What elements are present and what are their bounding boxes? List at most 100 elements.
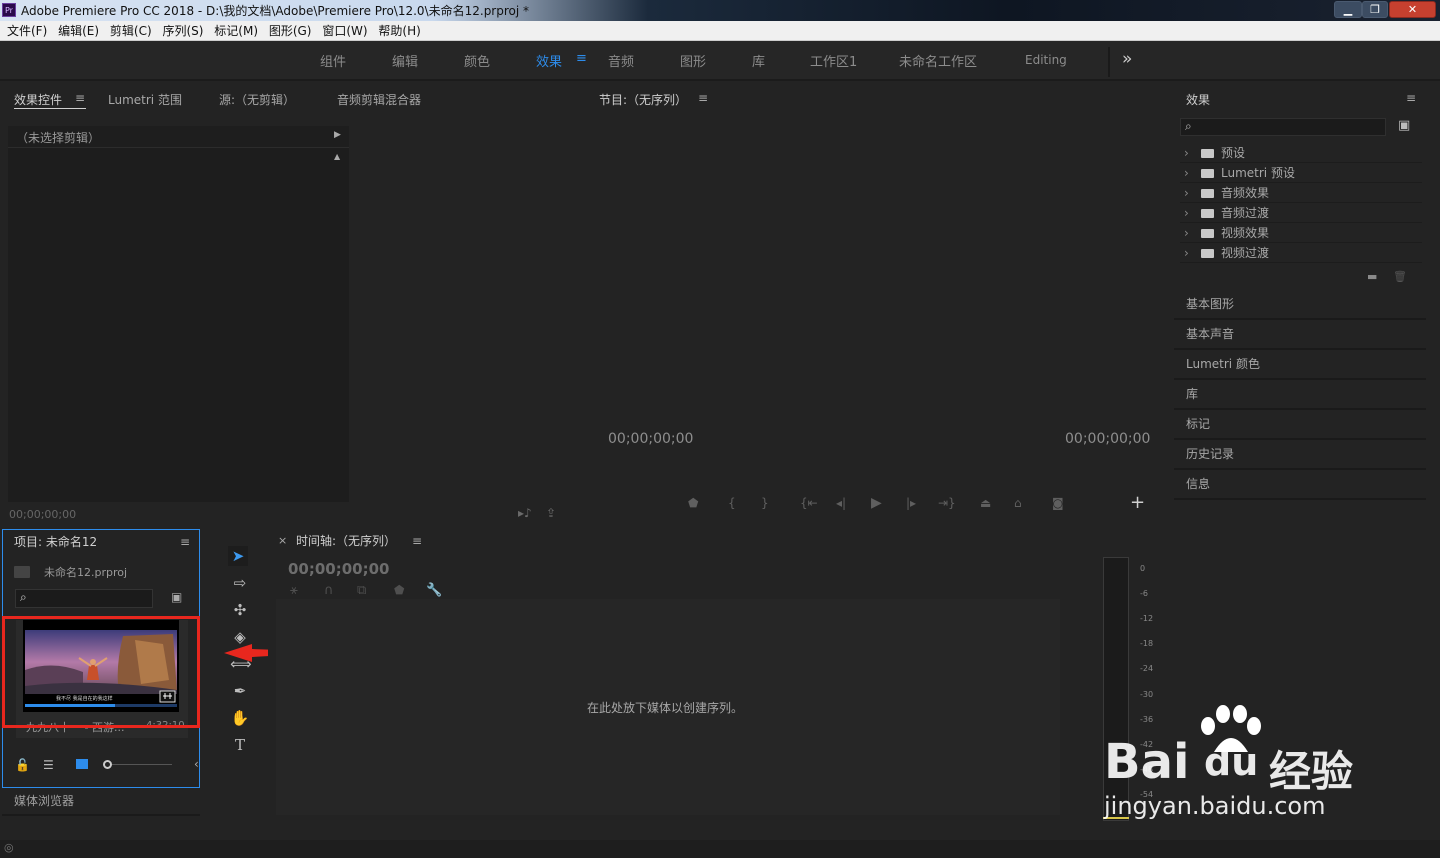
close-button[interactable]: ✕: [1389, 1, 1436, 18]
minimize-button[interactable]: ▁: [1334, 1, 1362, 18]
tab-source-monitor[interactable]: 源:（无剪辑）: [219, 91, 295, 108]
tab-effect-controls[interactable]: 效果控件: [14, 91, 62, 108]
project-search-input[interactable]: ⌕: [15, 589, 153, 608]
effects-item-presets[interactable]: › 预设: [1180, 143, 1422, 163]
panel-info[interactable]: 信息: [1174, 470, 1426, 500]
add-marker-icon[interactable]: ⬟: [394, 583, 404, 597]
workspace-tab-workspace1[interactable]: 工作区1: [810, 51, 857, 70]
program-timecode-current[interactable]: 00;00;00;00: [608, 431, 693, 447]
program-menu-icon[interactable]: ≡: [698, 91, 708, 105]
drop-media-hint: 在此处放下媒体以创建序列。: [587, 701, 744, 715]
project-panel: 项目: 未命名12 ≡ 未命名12.prproj ⌕ ▣ 我不尽 我是自在的我这…: [2, 529, 200, 788]
effects-item-lumetri-presets[interactable]: › Lumetri 预设: [1180, 163, 1422, 183]
tab-effect-controls-menu-icon[interactable]: ≡: [75, 91, 85, 105]
project-menu-icon[interactable]: ≡: [180, 535, 190, 549]
go-to-out-icon[interactable]: ⇥}: [938, 496, 956, 510]
new-custom-bin-icon[interactable]: ▣: [1398, 118, 1410, 133]
menu-sequence[interactable]: 序列(S): [162, 21, 203, 41]
timeline-title[interactable]: 时间轴:（无序列）: [296, 532, 396, 549]
meter-tick-6: -6: [1140, 589, 1148, 598]
list-view-icon[interactable]: ☰: [43, 758, 54, 772]
wrench-icon[interactable]: 🔧: [426, 583, 442, 598]
step-forward-icon[interactable]: |▸: [906, 496, 916, 510]
panel-lumetri-color[interactable]: Lumetri 颜色: [1174, 350, 1426, 380]
more-workspaces-icon[interactable]: »: [1122, 49, 1132, 69]
panel-history[interactable]: 历史记录: [1174, 440, 1426, 470]
menu-graphics[interactable]: 图形(G): [269, 21, 312, 41]
selection-tool-icon[interactable]: ➤: [228, 546, 248, 566]
nest-toggle-icon[interactable]: ⚹: [290, 583, 298, 598]
media-browser-tab[interactable]: 媒体浏览器: [14, 792, 74, 809]
menu-clip[interactable]: 剪辑(C): [110, 21, 152, 41]
watermark-brand-du: du: [1204, 740, 1259, 784]
source-timecode[interactable]: 00;00;00;00: [9, 508, 76, 521]
workspace-tab-audio[interactable]: 音频: [608, 51, 634, 70]
track-select-tool-icon[interactable]: ⇨: [230, 573, 250, 593]
menu-window[interactable]: 窗口(W): [322, 21, 367, 41]
project-bin-icon: [14, 566, 30, 578]
program-monitor-panel: 节目:（无序列） ≡ 00;00;00;00 00;00;00;00 ⬟ { }…: [586, 86, 1168, 522]
workspace-menu-icon[interactable]: ≡: [576, 51, 587, 66]
workspace-tab-editing[interactable]: 编辑: [392, 51, 418, 70]
extract-icon[interactable]: ⌂: [1014, 496, 1022, 510]
step-back-icon[interactable]: ◂|: [836, 496, 846, 510]
workspace-tab-color[interactable]: 颜色: [464, 51, 490, 70]
timeline-close-icon[interactable]: ×: [278, 534, 287, 547]
menu-marker[interactable]: 标记(M): [214, 21, 258, 41]
tab-lumetri-scopes[interactable]: Lumetri 范围: [108, 91, 182, 108]
project-title[interactable]: 项目: 未命名12: [14, 533, 97, 550]
icon-view-icon[interactable]: [76, 759, 88, 769]
scroll-up-icon[interactable]: ▲: [334, 152, 340, 161]
chevron-left-icon[interactable]: ‹: [194, 757, 199, 771]
menu-help[interactable]: 帮助(H): [378, 21, 420, 41]
filter-audio-icon[interactable]: ▸♪: [518, 506, 532, 520]
effects-item-audio-effects[interactable]: › 音频效果: [1180, 183, 1422, 203]
zoom-slider-track[interactable]: [112, 764, 172, 765]
export-frame-icon[interactable]: ◙: [1052, 496, 1064, 510]
ripple-edit-tool-icon[interactable]: ✣: [230, 600, 250, 620]
panel-essential-graphics[interactable]: 基本图形: [1174, 290, 1426, 320]
panel-markers[interactable]: 标记: [1174, 410, 1426, 440]
tab-audio-clip-mixer[interactable]: 音频剪辑混合器: [337, 91, 421, 108]
play-arrow-icon[interactable]: ▶: [334, 130, 341, 140]
menu-file[interactable]: 文件(F): [7, 21, 47, 41]
menu-edit[interactable]: 编辑(E): [58, 21, 99, 41]
mark-in-icon[interactable]: {: [728, 496, 736, 510]
hand-tool-icon[interactable]: ✋: [230, 708, 250, 728]
maximize-button[interactable]: ❐: [1362, 1, 1388, 18]
workspace-tab-graphics[interactable]: 图形: [680, 51, 706, 70]
effects-item-video-transitions[interactable]: › 视频过渡: [1180, 243, 1422, 263]
type-tool-icon[interactable]: T: [230, 735, 250, 755]
annotation-highlight-box: [2, 616, 200, 728]
add-marker-icon[interactable]: ⬟: [688, 496, 698, 510]
delete-icon[interactable]: 🗑: [1393, 270, 1407, 283]
workspace-tab-assembly[interactable]: 组件: [320, 51, 346, 70]
effects-search-input[interactable]: ⌕: [1180, 118, 1386, 136]
workspace-tab-editing-en[interactable]: Editing: [1025, 53, 1067, 67]
effects-menu-icon[interactable]: ≡: [1406, 91, 1416, 105]
panel-libraries[interactable]: 库: [1174, 380, 1426, 410]
go-to-in-icon[interactable]: {⇤: [800, 496, 818, 510]
lock-icon[interactable]: 🔓: [15, 758, 30, 772]
timeline-timecode[interactable]: 00;00;00;00: [288, 560, 390, 578]
effects-item-video-effects[interactable]: › 视频效果: [1180, 223, 1422, 243]
snap-icon[interactable]: ∩: [324, 583, 334, 598]
export-icon[interactable]: ⇪: [546, 506, 556, 520]
lift-icon[interactable]: ⏏: [980, 496, 991, 510]
workspace-tab-libraries[interactable]: 库: [752, 51, 765, 70]
mark-out-icon[interactable]: }: [761, 496, 769, 510]
workspace-tab-untitled[interactable]: 未命名工作区: [899, 51, 977, 70]
panel-essential-sound[interactable]: 基本声音: [1174, 320, 1426, 350]
program-title[interactable]: 节目:（无序列）: [599, 91, 687, 108]
workspace-tab-effects[interactable]: 效果: [536, 51, 562, 70]
new-search-bin-icon[interactable]: ▣: [171, 590, 182, 604]
effects-item-audio-transitions[interactable]: › 音频过渡: [1180, 203, 1422, 223]
play-icon[interactable]: ▶: [871, 495, 882, 511]
linked-selection-icon[interactable]: ⧉: [357, 583, 366, 598]
new-folder-icon[interactable]: ▬: [1367, 270, 1377, 283]
pen-tool-icon[interactable]: ✒: [230, 681, 250, 701]
zoom-slider-handle[interactable]: [103, 760, 112, 769]
title-bar: Pr Adobe Premiere Pro CC 2018 - D:\我的文档\…: [0, 0, 1440, 21]
timeline-menu-icon[interactable]: ≡: [412, 534, 422, 548]
add-button-icon[interactable]: +: [1130, 492, 1145, 513]
